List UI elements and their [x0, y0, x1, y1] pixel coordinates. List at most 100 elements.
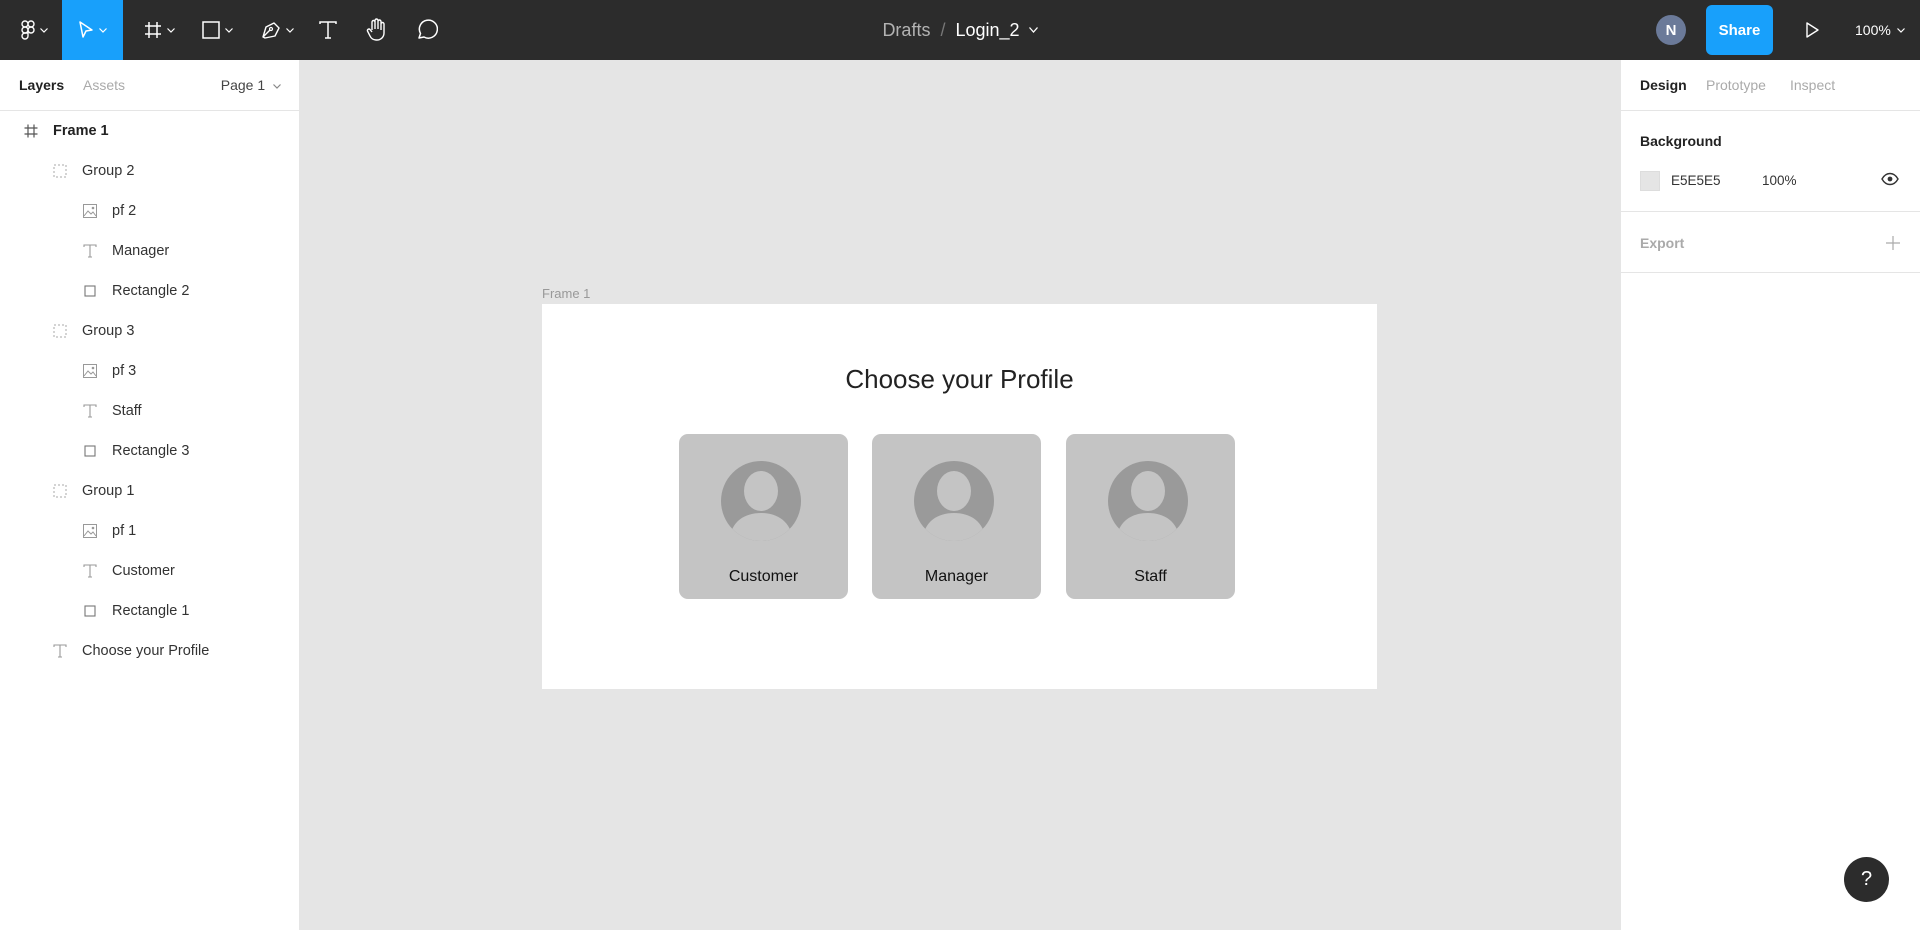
layer-pf-3[interactable]: pf 3 [0, 351, 299, 391]
text-icon [53, 644, 67, 658]
frame-tool-button[interactable] [138, 0, 180, 60]
user-avatar-icon [914, 461, 994, 541]
tab-inspect[interactable]: Inspect [1790, 77, 1835, 93]
chevron-down-icon[interactable] [1028, 27, 1038, 33]
layer-label: Group 1 [82, 483, 135, 499]
layer-label: pf 1 [112, 523, 137, 539]
divider [1621, 211, 1920, 212]
breadcrumb-drafts-link[interactable]: Drafts [882, 20, 930, 41]
layer-frame-1[interactable]: Frame 1 [0, 111, 299, 151]
layer-pf-2[interactable]: pf 2 [0, 191, 299, 231]
export-section-title: Export [1640, 235, 1685, 251]
zoom-level: 100% [1855, 22, 1891, 38]
background-color-swatch[interactable] [1640, 171, 1660, 191]
chevron-down-icon [39, 27, 48, 33]
design-panel: Design Prototype Inspect Background E5E5… [1620, 60, 1920, 930]
image-icon [83, 364, 97, 378]
layer-label: pf 3 [112, 363, 137, 379]
layer-group-1[interactable]: Group 1 [0, 471, 299, 511]
layer-label: Group 2 [82, 163, 135, 179]
layer-staff-text[interactable]: Staff [0, 391, 299, 431]
zoom-dropdown[interactable]: 100% [1855, 0, 1905, 60]
frame-1[interactable]: Choose your Profile Customer Manager Sta… [542, 304, 1377, 689]
share-button[interactable]: Share [1706, 5, 1773, 55]
tab-design[interactable]: Design [1640, 77, 1687, 93]
layer-rectangle-2[interactable]: Rectangle 2 [0, 271, 299, 311]
frame-icon [24, 124, 38, 138]
move-tool-button[interactable] [62, 0, 123, 60]
rectangle-icon [83, 444, 97, 458]
text-icon [83, 404, 97, 418]
chevron-down-icon [166, 27, 175, 33]
user-avatar-icon [721, 461, 801, 541]
chevron-down-icon [285, 27, 294, 33]
present-button[interactable] [1800, 0, 1824, 60]
layer-rectangle-1[interactable]: Rectangle 1 [0, 591, 299, 631]
text-tool-button[interactable] [316, 0, 340, 60]
frame-label[interactable]: Frame 1 [542, 286, 590, 301]
background-hex-input[interactable]: E5E5E5 [1671, 173, 1721, 188]
pen-tool-button[interactable] [256, 0, 298, 60]
card-label: Staff [1134, 568, 1167, 585]
chevron-down-icon [273, 83, 281, 89]
layer-pf-1[interactable]: pf 1 [0, 511, 299, 551]
pen-icon [261, 21, 281, 39]
background-section-title: Background [1640, 133, 1722, 149]
layer-customer-text[interactable]: Customer [0, 551, 299, 591]
avatar[interactable]: N [1656, 15, 1686, 45]
layer-group-2[interactable]: Group 2 [0, 151, 299, 191]
page-title: Choose your Profile [845, 364, 1074, 394]
main-menu-button[interactable] [14, 0, 54, 60]
comment-icon [416, 19, 438, 41]
left-panel-tabs: Layers Assets Page 1 [0, 60, 299, 111]
page-name: Page 1 [220, 77, 266, 93]
divider [1621, 272, 1920, 273]
tab-layers[interactable]: Layers [19, 77, 64, 93]
layer-manager-text[interactable]: Manager [0, 231, 299, 271]
layer-label: Manager [112, 243, 170, 259]
eye-icon[interactable] [1881, 172, 1899, 191]
group-icon [53, 164, 67, 178]
layer-label: Frame 1 [53, 123, 109, 139]
image-icon [83, 524, 97, 538]
rectangle-icon [83, 284, 97, 298]
chevron-down-icon [99, 27, 107, 33]
text-icon [83, 564, 97, 578]
layer-label: pf 2 [112, 203, 137, 219]
hand-tool-button[interactable] [364, 0, 390, 60]
tab-assets[interactable]: Assets [83, 77, 125, 93]
background-opacity-input[interactable]: 100% [1762, 173, 1797, 188]
toolbar: Drafts / Login_2 N Share 100% [0, 0, 1920, 60]
layer-rectangle-3[interactable]: Rectangle 3 [0, 431, 299, 471]
figma-logo-icon [20, 20, 35, 40]
layers-panel: Layers Assets Page 1 Frame 1 Group 2 pf … [0, 60, 300, 930]
chevron-down-icon [1896, 27, 1905, 33]
card-label: Customer [728, 568, 799, 585]
tab-prototype[interactable]: Prototype [1706, 77, 1766, 93]
right-panel-tabs: Design Prototype Inspect [1621, 60, 1920, 111]
text-icon [83, 244, 97, 258]
canvas[interactable]: Frame 1 Choose your Profile Customer Man… [300, 60, 1620, 930]
hand-icon [366, 18, 388, 42]
profile-card-customer[interactable]: Customer [679, 434, 848, 599]
user-avatar-icon [1108, 461, 1188, 541]
layer-group-3[interactable]: Group 3 [0, 311, 299, 351]
group-icon [53, 484, 67, 498]
page-selector[interactable]: Page 1 [221, 77, 281, 93]
help-button[interactable]: ? [1844, 857, 1889, 902]
chevron-down-icon [224, 27, 233, 33]
file-name[interactable]: Login_2 [955, 20, 1019, 41]
image-icon [83, 204, 97, 218]
layer-label: Customer [112, 563, 175, 579]
layer-label: Rectangle 3 [112, 443, 190, 459]
shape-tool-button[interactable] [196, 0, 238, 60]
add-export-button[interactable] [1886, 230, 1900, 256]
profile-card-staff[interactable]: Staff [1066, 434, 1235, 599]
layer-label: Staff [112, 403, 142, 419]
cursor-icon [78, 21, 94, 39]
text-icon [319, 21, 337, 39]
layer-choose-profile-text[interactable]: Choose your Profile [0, 631, 299, 671]
rectangle-icon [201, 21, 220, 39]
profile-card-manager[interactable]: Manager [872, 434, 1041, 599]
comment-tool-button[interactable] [414, 0, 440, 60]
